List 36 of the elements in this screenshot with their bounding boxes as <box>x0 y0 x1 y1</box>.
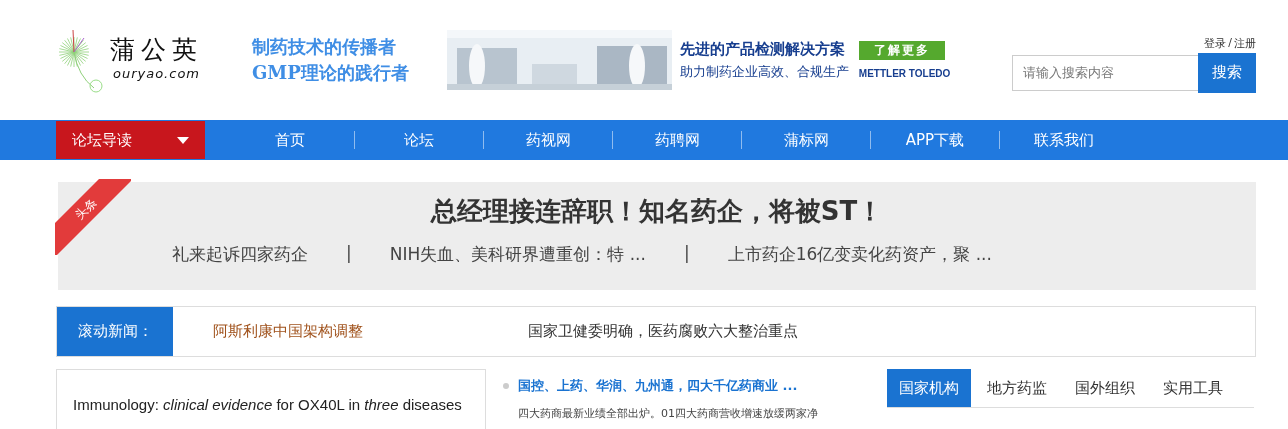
headline-link[interactable]: 礼来起诉四家药企 <box>172 243 309 266</box>
separator: | <box>346 243 352 265</box>
nav-link[interactable]: 首页 <box>226 131 354 149</box>
forum-guide-menu[interactable]: 论坛导读 <box>56 121 205 159</box>
search-button[interactable]: 搜索 <box>1198 52 1256 93</box>
ad-subline: 助力制药企业高效、合规生产 <box>679 62 849 81</box>
nav-link[interactable]: 论坛 <box>354 131 483 149</box>
ad-headline: 先进的产品检测解决方案 <box>679 39 846 59</box>
headline-ribbon: 头条 <box>55 179 131 255</box>
headline-title[interactable]: 总经理接连辞职！知名药企，将被ST！ <box>430 194 884 229</box>
search-field[interactable]: 请输入搜索内容 <box>1012 54 1198 91</box>
category-tab[interactable]: 国家机构 <box>887 369 971 407</box>
caret-icon <box>177 136 189 144</box>
nav-link[interactable]: 联系我们 <box>999 131 1128 149</box>
headline-link[interactable]: NIH失血、美科研界遭重创：特 ... <box>389 243 646 266</box>
nav-link[interactable]: APP下载 <box>870 131 999 149</box>
brand-name: METTLER TOLEDO <box>858 68 951 79</box>
nav-link[interactable]: 蒲标网 <box>741 131 870 149</box>
slogan: 制药技术的传播者 <box>252 35 397 59</box>
separator: / <box>1228 35 1232 51</box>
ticker-label: 滚动新闻： <box>57 307 173 356</box>
ticker-link[interactable]: 国家卫健委明确，医药腐败六大整治重点 <box>528 322 803 341</box>
login-link[interactable]: 登录 <box>1204 35 1227 51</box>
separator: | <box>683 243 690 265</box>
slogan: GMP理论的践行者 <box>252 61 409 85</box>
promo-text[interactable]: Immunology: clinical evidence for OX40L in three diseases <box>73 396 469 413</box>
register-link[interactable]: 注册 <box>1234 35 1256 51</box>
logo-domain: ouryao.com <box>112 66 201 81</box>
ticker-link[interactable]: 阿斯利康中国架构调整 <box>213 322 488 341</box>
nav-link[interactable]: 药聘网 <box>612 131 741 149</box>
news-excerpt: 四大药商最新业绩全部出炉。01四大药商营收增速放缓两家净 <box>518 406 819 422</box>
logo-name: 蒲公英 <box>110 34 203 66</box>
bullet-icon <box>503 383 509 389</box>
nav-link[interactable]: 药视网 <box>483 131 612 149</box>
headline-link[interactable]: 上市药企16亿变卖化药资产，聚 ... <box>727 243 992 266</box>
news-title[interactable]: 国控、上药、华润、九州通，四大千亿药商业 ... <box>518 377 798 395</box>
